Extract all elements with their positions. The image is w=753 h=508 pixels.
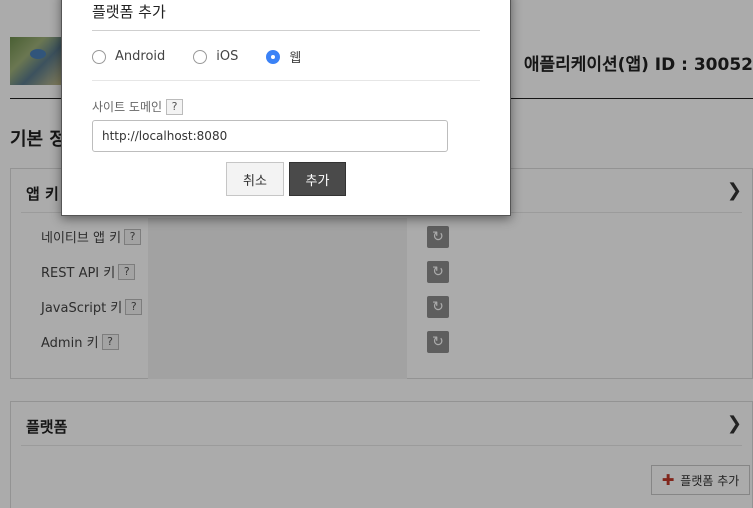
radio-button[interactable] [92,49,106,64]
cancel-button[interactable]: 취소 [226,162,284,196]
platform-radio-group: Android iOS 웹 [92,47,329,66]
modal-divider [92,30,480,31]
radio-button[interactable] [193,49,208,64]
domain-field-label: 사이트 도메인 ? [92,98,184,115]
help-icon[interactable]: ? [166,98,184,115]
radio-web[interactable]: 웹 [266,47,301,66]
radio-label: Android [115,49,166,64]
modal-title: 플랫폼 추가 [92,3,166,21]
radio-label: iOS [216,49,239,64]
radio-label: 웹 [289,51,302,66]
site-domain-input[interactable] [92,120,448,152]
add-platform-modal: 플랫폼 추가 Android iOS 웹 사이트 도메인 ? 취소 추가 [61,0,511,216]
domain-label: 사이트 도메인 [92,100,163,114]
add-button[interactable]: 추가 [289,162,346,196]
radio-android[interactable]: Android [92,49,165,64]
radio-ios[interactable]: iOS [193,49,238,64]
modal-divider [92,80,480,81]
radio-button-checked[interactable] [266,49,281,64]
